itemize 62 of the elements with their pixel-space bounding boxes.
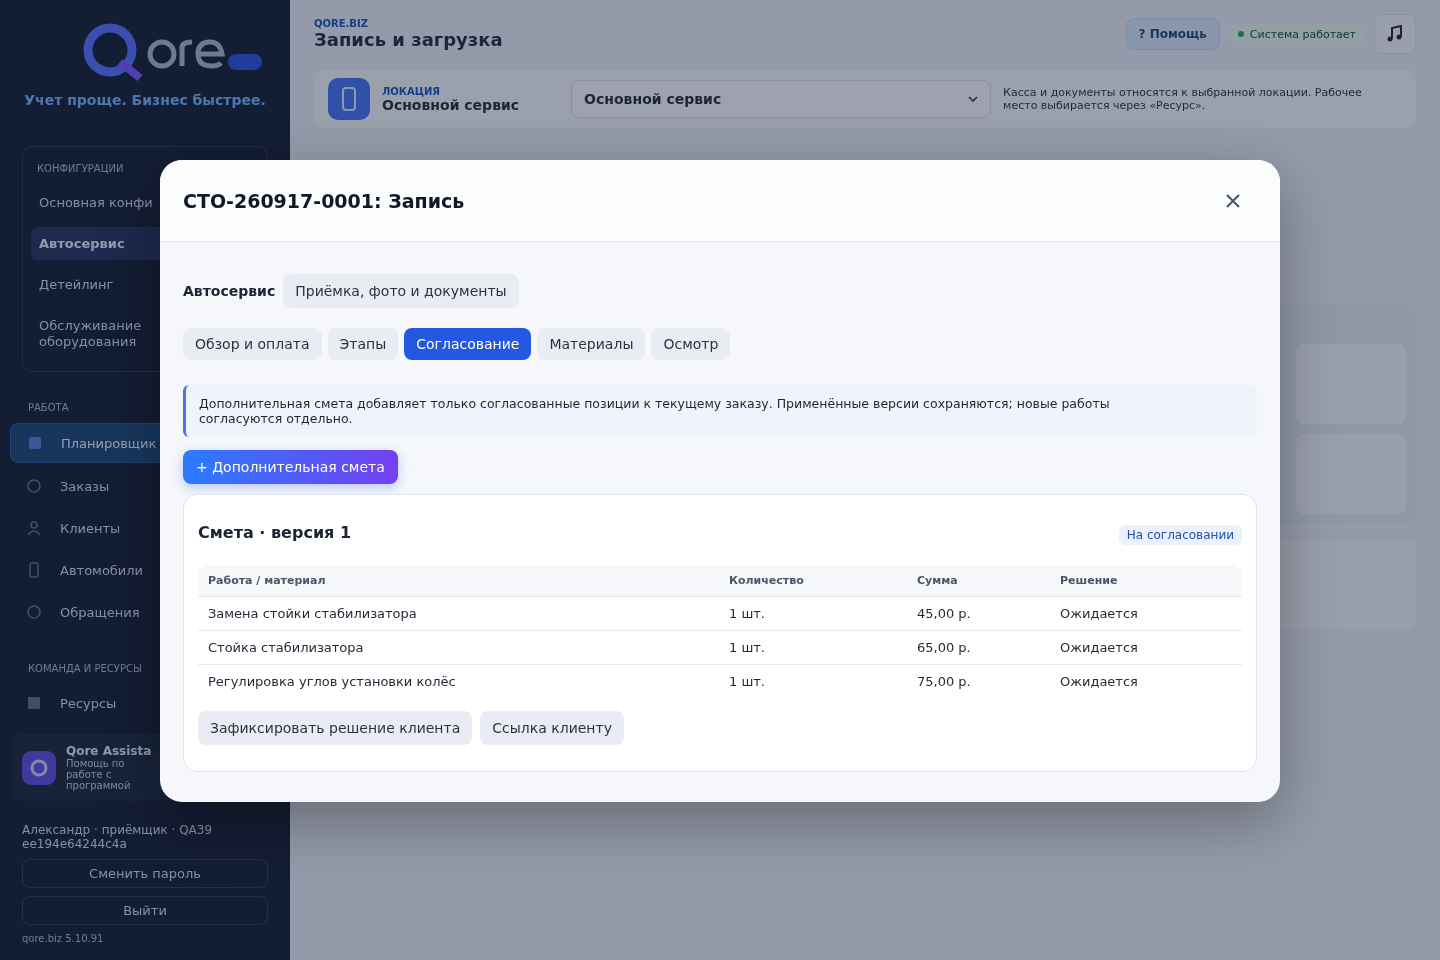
- status-badge: Система работает: [1229, 23, 1364, 45]
- table-cell: 65,00 р.: [907, 630, 1050, 665]
- circle-icon: [26, 478, 42, 494]
- sidebar-button[interactable]: Выйти: [22, 896, 268, 925]
- tab[interactable]: Обзор и оплата: [183, 328, 322, 360]
- table-cell: Замена стойки стабилизатора: [198, 596, 719, 631]
- tab[interactable]: Осмотр: [651, 328, 731, 360]
- close-icon: [1226, 193, 1240, 208]
- version-text: qore.biz 5.10.91: [22, 933, 104, 944]
- tab[interactable]: Этапы: [327, 328, 399, 360]
- chevron-down-icon: [968, 96, 979, 102]
- person-icon: [26, 520, 42, 536]
- tab[interactable]: Материалы: [537, 328, 646, 360]
- column-header: Количество: [719, 565, 907, 597]
- grid-icon: [27, 435, 43, 451]
- help-button[interactable]: ? Помощь: [1125, 18, 1220, 50]
- table-cell: 75,00 р.: [907, 664, 1050, 699]
- table-cell: 1 шт.: [719, 630, 907, 665]
- section-tab[interactable]: Приёмка, фото и документы: [283, 274, 519, 308]
- assistant-subtitle: Помощь по работе с программой: [66, 758, 132, 791]
- table-cell: Ожидается: [1050, 630, 1242, 665]
- section-label: КОНФИГУРАЦИИ: [37, 163, 124, 174]
- column-header: Сумма: [907, 565, 1050, 597]
- phone-icon: [26, 562, 42, 578]
- tab[interactable]: Согласование: [404, 328, 532, 360]
- modal-title: СТО-260917-0001: Запись: [183, 189, 465, 212]
- eyebrow-text: QORE.BIZ: [314, 18, 369, 29]
- section-label: Автосервис: [183, 283, 276, 299]
- table-cell: Ожидается: [1050, 596, 1242, 631]
- location-label: ЛОКАЦИЯ: [382, 85, 442, 97]
- status-badge: На согласовании: [1118, 525, 1242, 545]
- table-cell: Ожидается: [1050, 664, 1242, 699]
- page-title: Запись и загрузка: [314, 29, 503, 50]
- assistant-title: Qore Assista: [66, 744, 152, 758]
- location-note: Касса и документы относятся к выбранной локации. Рабочее место выбирается через «Ресурс».: [1003, 86, 1363, 112]
- user-info: Александр · приёмщик · QA39 ee194e64244c4a: [22, 823, 214, 851]
- location-select[interactable]: Основной сервис: [571, 80, 992, 118]
- section-label: КОМАНДА И РЕСУРСЫ: [28, 663, 142, 674]
- assistant-icon: [22, 750, 56, 785]
- location-icon: [328, 78, 370, 120]
- column-header: Решение: [1050, 565, 1242, 597]
- music-button[interactable]: [1374, 14, 1416, 54]
- action-button[interactable]: Ссылка клиенту: [480, 710, 624, 745]
- section-label: РАБОТА: [28, 402, 69, 413]
- sidebar-button[interactable]: Сменить пароль: [22, 859, 268, 888]
- music-note-icon: [1386, 25, 1404, 43]
- info-notice: Дополнительная смета добавляет только согласованные позиции к текущему заказу. Применённые версии сохраняются; новые работы согласуются отдельно.: [183, 385, 1257, 437]
- action-button[interactable]: Зафиксировать решение клиента: [198, 710, 473, 745]
- table-cell: Стойка стабилизатора: [198, 630, 719, 665]
- table-cell: 45,00 р.: [907, 596, 1050, 631]
- table-cell: 1 шт.: [719, 596, 907, 631]
- circle-icon: [26, 604, 42, 620]
- column-header: Работа / материал: [198, 565, 719, 597]
- config-item[interactable]: Обслуживание оборудования: [31, 309, 156, 359]
- location-name: Основной сервис: [382, 96, 520, 113]
- table-cell: 1 шт.: [719, 664, 907, 699]
- estimate-title: Смета · версия 1: [198, 522, 352, 542]
- square-icon: [26, 695, 42, 711]
- table-cell: Регулировка углов установки колёс: [198, 664, 719, 699]
- tagline-text: Учет проще. Бизнес быстрее.: [23, 91, 267, 110]
- status-dot-icon: [1237, 31, 1244, 37]
- add-estimate-button[interactable]: + Дополнительная смета: [183, 450, 398, 484]
